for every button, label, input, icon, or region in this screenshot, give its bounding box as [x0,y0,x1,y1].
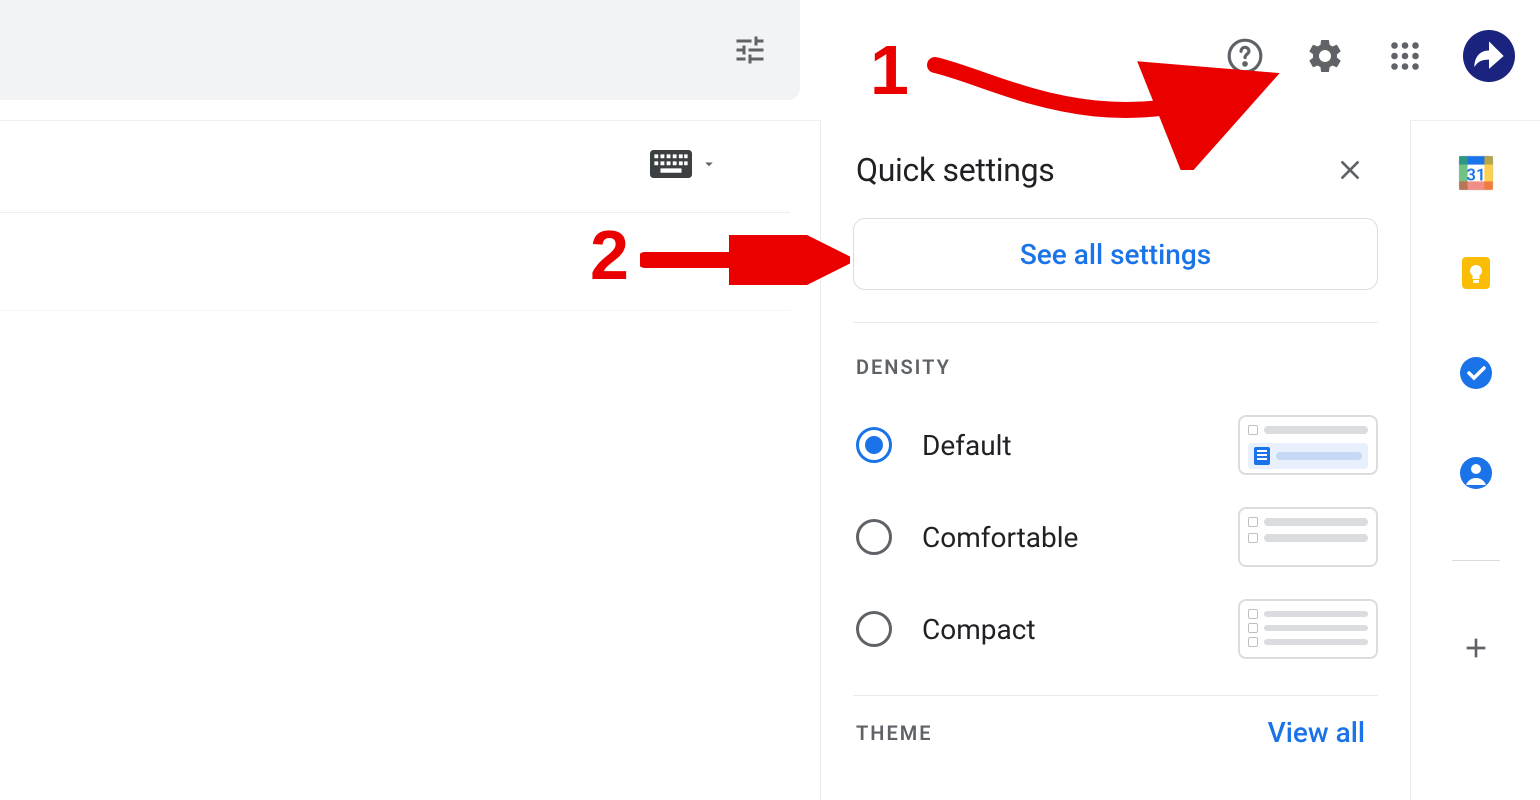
search-bar[interactable] [0,0,800,100]
density-option-compact[interactable]: Compact [821,583,1410,675]
calendar-icon[interactable]: 31 [1453,150,1499,196]
gear-icon[interactable] [1303,34,1347,78]
density-label: Compact [922,613,1238,646]
density-label: Comfortable [922,521,1238,554]
divider [0,212,790,213]
contacts-icon[interactable] [1453,450,1499,496]
annotation-arrow-2 [640,235,850,285]
close-icon[interactable] [1330,150,1370,190]
tasks-icon[interactable] [1453,350,1499,396]
keep-icon[interactable] [1453,250,1499,296]
tune-icon[interactable] [730,30,770,70]
density-preview-compact [1238,599,1378,659]
density-option-default[interactable]: Default [821,399,1410,491]
radio-selected[interactable] [856,427,892,463]
add-icon[interactable] [1453,625,1499,671]
see-all-settings-label: See all settings [1020,238,1211,271]
view-all-themes-link[interactable]: View all [1268,716,1365,749]
density-label: Default [922,429,1238,462]
keyboard-icon [650,150,692,178]
side-panel: 31 [1410,120,1540,800]
divider [1452,560,1500,561]
divider [0,310,790,311]
density-preview-default [1238,415,1378,475]
help-icon[interactable] [1223,34,1267,78]
panel-title: Quick settings [856,151,1055,189]
density-section-header: DENSITY [821,323,1410,399]
theme-section-header: THEME [856,721,933,745]
annotation-step-1: 1 [870,30,909,110]
quick-settings-panel: Quick settings See all settings DENSITY … [820,120,1410,800]
input-tools[interactable] [650,150,718,178]
density-option-comfortable[interactable]: Comfortable [821,491,1410,583]
apps-grid-icon[interactable] [1383,34,1427,78]
radio[interactable] [856,611,892,647]
density-preview-comfortable [1238,507,1378,567]
header-icons [1223,30,1515,82]
svg-text:31: 31 [1466,165,1485,185]
annotation-step-2: 2 [590,215,629,295]
profile-avatar[interactable] [1463,30,1515,82]
see-all-settings-button[interactable]: See all settings [853,218,1378,290]
chevron-down-icon [700,155,718,173]
radio[interactable] [856,519,892,555]
